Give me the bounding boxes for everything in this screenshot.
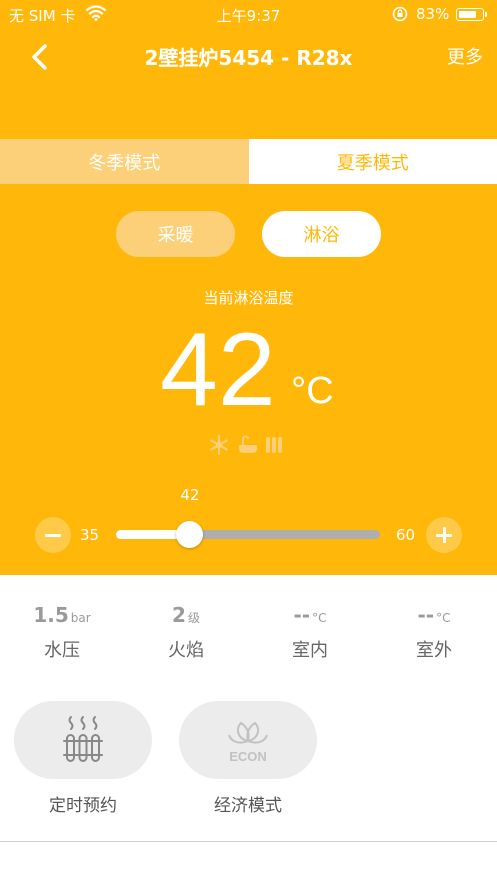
battery-percent: 83% [416,5,450,23]
stat-indoor-temp: -- °C 室内 [292,603,328,661]
more-button[interactable]: 更多 [447,43,483,69]
heating-mode-button[interactable]: 采暖 [116,211,235,257]
status-icons-row [208,432,288,458]
slider-min-label: 35 [80,526,100,544]
slider-max-label: 60 [396,526,416,544]
tab-winter-mode[interactable]: 冬季模式 [0,139,249,184]
season-tabs: 冬季模式 夏季模式 [0,139,497,184]
page-title: 2壁挂炉5454 - R28x [144,46,353,70]
timer-schedule-label: 定时预约 [49,796,117,816]
increase-temp-button[interactable] [426,517,462,553]
stat-flame-level: 2级 火焰 [168,603,204,661]
radiator-icon [266,437,282,453]
economy-mode-label: 经济模式 [214,796,282,816]
current-temp-label: 当前淋浴温度 [203,289,294,307]
economy-mode-button[interactable]: ECON [179,701,317,779]
bottom-divider [0,841,497,842]
battery-icon [456,8,487,21]
temp-slider[interactable] [116,521,380,548]
shower-mode-button[interactable]: 淋浴 [262,211,381,257]
tab-summer-mode[interactable]: 夏季模式 [248,139,497,184]
rotation-lock-icon [392,6,408,22]
stat-water-pressure: 1.5 bar 水压 [33,603,91,661]
econ-leaf-icon: ECON [228,721,268,764]
bathtub-icon [239,435,257,453]
current-temp-value: 42 [160,312,276,428]
temp-unit: °C [291,370,334,412]
back-chevron-icon[interactable] [24,39,60,75]
econ-text: ECON [229,749,267,764]
nav-bar: 2壁挂炉5454 - R28x 更多 [0,30,497,82]
radiator-timer-icon [63,716,103,762]
stats-row: 1.5 bar 水压 2级 火焰 -- °C 室内 -- °C 室外 [0,600,497,670]
slider-value-label: 42 [180,486,200,504]
snowflake-icon [210,434,228,456]
timer-schedule-button[interactable] [14,701,152,779]
decrease-temp-button[interactable] [35,517,71,553]
stat-outdoor-temp: -- °C 室外 [416,603,452,661]
status-bar: 无 SIM 卡 上午9:37 83% [0,0,497,30]
minus-icon [45,533,61,537]
